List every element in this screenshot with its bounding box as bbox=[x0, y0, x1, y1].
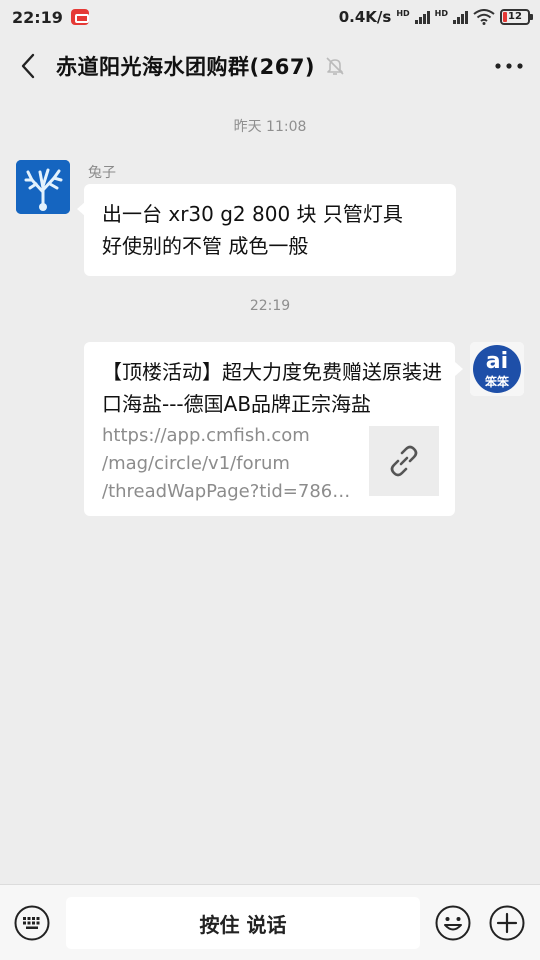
svg-text:笨笨: 笨笨 bbox=[485, 374, 510, 389]
signal-icon-2 bbox=[453, 10, 468, 24]
hd-label-2: HD bbox=[434, 9, 448, 18]
plus-circle-icon bbox=[489, 905, 525, 941]
svg-text:ai: ai bbox=[486, 349, 508, 374]
link-title: 【顶楼活动】超大力度免费赠送原装进口海盐---德国AB品牌正宗海盐 bbox=[102, 360, 442, 416]
message-timestamp: 22:19 bbox=[249, 298, 291, 314]
sender-name: 兔子 bbox=[88, 165, 116, 181]
link-card[interactable]: 【顶楼活动】超大力度免费赠送原装进口海盐---德国AB品牌正宗海盐 https:… bbox=[84, 342, 455, 516]
message-timestamp: 昨天 11:08 bbox=[233, 119, 307, 135]
signal-icon bbox=[414, 10, 430, 24]
back-button[interactable] bbox=[0, 34, 56, 98]
chevron-left-icon bbox=[21, 53, 35, 79]
ai-logo-avatar-icon: ai 笨笨 bbox=[470, 342, 524, 396]
hd-label-1: HD bbox=[396, 9, 410, 18]
keyboard-icon bbox=[14, 905, 50, 941]
notification-app-icon bbox=[70, 9, 89, 25]
emoji-icon bbox=[435, 905, 471, 941]
emoji-button[interactable] bbox=[435, 905, 471, 941]
sender-avatar[interactable] bbox=[16, 160, 70, 214]
link-icon bbox=[390, 445, 418, 477]
hold-to-talk-button[interactable]: 按住 说话 bbox=[66, 897, 420, 949]
more-options-button[interactable] bbox=[478, 34, 540, 98]
more-horizontal-icon bbox=[495, 63, 523, 69]
network-speed: 0.4K/s bbox=[338, 8, 392, 26]
wifi-icon bbox=[473, 9, 495, 25]
chat-screen: 22:19 0.4K/s HD HD 12 赤道阳光海水团购群(267) 昨天 … bbox=[0, 0, 540, 960]
link-desc-line: /threadWapPage?tid=786… bbox=[102, 481, 351, 502]
coral-avatar-icon bbox=[16, 160, 70, 214]
message-bubble[interactable]: 出一台 xr30 g2 800 块 只管灯具 好使别的不管 成色一般 bbox=[84, 184, 456, 276]
keyboard-button[interactable] bbox=[14, 905, 50, 941]
status-time: 22:19 bbox=[12, 7, 63, 27]
message-line: 好使别的不管 成色一般 bbox=[102, 234, 309, 258]
self-avatar[interactable]: ai 笨笨 bbox=[470, 342, 524, 396]
status-indicators: 0.4K/s HD HD 12 bbox=[338, 8, 533, 26]
bubble-tail bbox=[455, 362, 463, 376]
input-bar: 按住 说话 bbox=[0, 884, 540, 960]
battery-icon: 12 bbox=[500, 9, 533, 25]
link-desc-line: /mag/circle/v1/forum bbox=[102, 453, 290, 474]
more-actions-button[interactable] bbox=[489, 905, 525, 941]
link-thumbnail bbox=[369, 426, 439, 496]
link-desc-line: https://app.cmfish.com bbox=[102, 425, 310, 446]
link-description: https://app.cmfish.com /mag/circle/v1/fo… bbox=[102, 422, 360, 506]
status-bar: 22:19 0.4K/s HD HD 12 bbox=[0, 0, 540, 34]
page-title: 赤道阳光海水团购群(267) bbox=[56, 55, 316, 79]
message-line: 出一台 xr30 g2 800 块 只管灯具 bbox=[102, 202, 403, 226]
chat-header: 赤道阳光海水团购群(267) bbox=[0, 34, 540, 98]
bell-off-icon bbox=[325, 55, 347, 77]
